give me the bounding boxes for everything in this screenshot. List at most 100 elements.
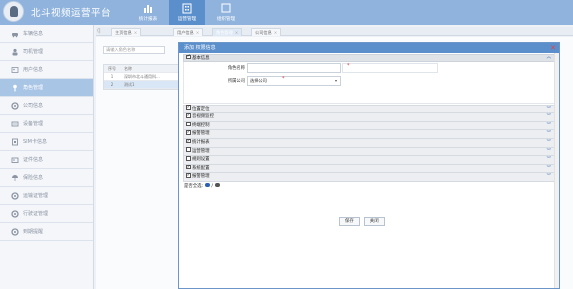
- app-title: 北斗视频运营平台: [31, 8, 112, 19]
- section-label: 基本信息: [192, 55, 210, 61]
- window-icon: [221, 3, 231, 13]
- perm-row-location[interactable]: 位置定位 ︾: [183, 105, 555, 114]
- sidebar-item-label: 车辆信息: [23, 31, 44, 37]
- sim-icon: [12, 138, 18, 145]
- permission-list: 位置定位 ︾ 音视频监控 ︾ 终端控制 ︾ 报警管理 ︾ 统计报表 ︾ 运营管理…: [183, 105, 555, 183]
- close-button[interactable]: 关闭: [363, 217, 385, 226]
- sidebar-item-company[interactable]: 公司信息: [0, 97, 93, 115]
- chevron-down-icon[interactable]: ︾: [547, 113, 551, 121]
- row-index: 1: [110, 74, 114, 79]
- tab-label: 主页信息: [115, 30, 132, 35]
- save-button[interactable]: 保存: [339, 217, 360, 226]
- row-name: 深圳市北斗通用科...: [124, 73, 160, 79]
- dialog-scrollbar[interactable]: [554, 53, 559, 288]
- sidebar-item-sim[interactable]: SIM卡信息: [0, 133, 93, 151]
- perm-row-alarm-2[interactable]: 报警管理 ︾: [183, 172, 555, 183]
- close-icon[interactable]: ×: [235, 30, 239, 35]
- basic-info-checkbox[interactable]: [186, 54, 191, 59]
- table-row[interactable]: 2 测试1: [104, 81, 178, 89]
- sidebar-item-transport-permit[interactable]: 运输证管理: [0, 187, 93, 205]
- table-row[interactable]: 1 深圳市北斗通用科...: [104, 73, 178, 81]
- sidebar-item-role[interactable]: 角色管理: [0, 79, 93, 97]
- sidebar-item-vehicle[interactable]: 车辆信息: [0, 25, 93, 43]
- sidebar-item-label: 角色管理: [23, 85, 44, 91]
- select-all-yes-radio[interactable]: [205, 182, 210, 188]
- sidebar-item-driving-license[interactable]: 行驶证管理: [0, 205, 93, 223]
- perm-checkbox[interactable]: [186, 147, 191, 152]
- dialog-buttons: 保存 关闭: [339, 217, 389, 226]
- sidebar-item-device[interactable]: 设备管理: [0, 115, 93, 133]
- chevron-down-icon[interactable]: ︾: [547, 139, 551, 147]
- perm-label: 统计报表: [192, 140, 210, 146]
- company-select[interactable]: 选择公司 ▾: [247, 75, 341, 86]
- chevron-down-icon[interactable]: ︾: [547, 148, 551, 156]
- chevron-down-icon[interactable]: ︾: [547, 156, 551, 164]
- gear-icon: [11, 101, 19, 110]
- nav-operation[interactable]: 运营管理: [169, 0, 205, 25]
- role-name-field[interactable]: [247, 62, 341, 73]
- top-nav: 统计报表 运营管理 组织管理: [130, 0, 247, 25]
- permission-dialog: 添加 权限信息 ✕ 基本信息 ︽ 角色名称 * 所属公司 选择公司 ▾ *: [178, 42, 560, 289]
- close-icon[interactable]: ×: [134, 30, 138, 35]
- select-all-no-radio[interactable]: [215, 182, 220, 188]
- perm-label: 终端控制: [192, 122, 210, 128]
- perm-row-report[interactable]: 统计报表 ︾: [183, 138, 555, 148]
- chevron-down-icon[interactable]: ︾: [547, 165, 551, 173]
- nav-stats[interactable]: 统计报表: [130, 0, 166, 25]
- tab-scroll-left-icon[interactable]: ⟨|: [97, 28, 101, 34]
- dialog-title: 添加 权限信息: [184, 45, 216, 51]
- perm-checkbox[interactable]: [186, 172, 191, 179]
- perm-row-alarm[interactable]: 报警管理 ︾: [183, 129, 555, 140]
- driver-icon: [12, 48, 18, 55]
- required-mark: *: [282, 75, 285, 82]
- nav-stats-label: 统计报表: [138, 17, 158, 22]
- tab-role[interactable]: 角色管理 ×: [212, 28, 243, 36]
- tab-company[interactable]: 公司信息 ×: [251, 28, 282, 36]
- tab-label: 角色管理: [216, 30, 233, 35]
- perm-checkbox[interactable]: [186, 156, 191, 161]
- perm-row-rules[interactable]: 规则设置 ︾: [183, 156, 555, 165]
- select-all-label: 是否全选:: [184, 184, 204, 190]
- tab-user[interactable]: 用户信息 ×: [173, 28, 204, 36]
- perm-row-system[interactable]: 系统配置 ︾: [183, 164, 555, 174]
- tab-bar: ⟨| 主页信息 × 用户信息 × 角色管理 × 公司信息 ×: [96, 27, 573, 36]
- sidebar-item-expiry-reminder[interactable]: 到期提醒: [0, 223, 93, 241]
- tab-home[interactable]: 主页信息 ×: [111, 28, 142, 36]
- perm-checkbox[interactable]: [186, 112, 191, 119]
- building-icon: [182, 3, 192, 14]
- company-row: 所属公司 选择公司 ▾ *: [184, 75, 554, 88]
- close-icon[interactable]: ✕: [550, 43, 556, 53]
- sidebar-item-label: 用户信息: [23, 67, 44, 73]
- dialog-body: 基本信息 ︽ 角色名称 * 所属公司 选择公司 ▾ * 位置定位 ︾: [179, 54, 559, 192]
- close-icon[interactable]: ×: [274, 30, 278, 35]
- close-icon[interactable]: ×: [196, 30, 200, 35]
- nav-organization[interactable]: 组织管理: [208, 0, 244, 25]
- perm-row-video[interactable]: 音视频监控 ︾: [183, 112, 555, 122]
- chevron-up-icon[interactable]: ︽: [547, 55, 551, 61]
- chevron-down-icon: ▾: [334, 77, 337, 83]
- chevron-down-icon[interactable]: ︾: [547, 130, 551, 138]
- tab-label: 公司信息: [255, 30, 272, 35]
- sidebar-item-insurance[interactable]: 保险信息: [0, 169, 93, 187]
- logo-icon: [3, 1, 24, 22]
- perm-label: 音视频监控: [192, 114, 214, 120]
- chevron-down-icon[interactable]: ︾: [547, 122, 551, 130]
- perm-checkbox[interactable]: [186, 129, 191, 136]
- sidebar-item-certificate[interactable]: 证件信息: [0, 151, 93, 169]
- chevron-down-icon[interactable]: ︾: [547, 173, 551, 181]
- perm-checkbox[interactable]: [186, 164, 191, 170]
- row-index: 2: [110, 82, 114, 87]
- sidebar-item-driver[interactable]: 司机管理: [0, 43, 93, 61]
- perm-label: 报警管理: [192, 131, 210, 137]
- search-input[interactable]: 请输入角色名称: [103, 46, 165, 54]
- perm-checkbox[interactable]: [186, 121, 191, 127]
- sidebar-item-label: 公司信息: [23, 103, 44, 109]
- perm-checkbox[interactable]: [186, 105, 191, 111]
- basic-info-header[interactable]: 基本信息 ︽: [183, 54, 555, 62]
- perm-row-operation[interactable]: 运营管理 ︾: [183, 147, 555, 157]
- perm-checkbox[interactable]: [186, 138, 191, 145]
- chevron-down-icon[interactable]: ︾: [547, 106, 551, 114]
- sidebar-item-user[interactable]: 用户信息: [0, 61, 93, 79]
- perm-row-terminal[interactable]: 终端控制 ︾: [183, 121, 555, 131]
- role-table: 序号 名称 1 深圳市北斗通用科... 2 测试1: [103, 64, 179, 90]
